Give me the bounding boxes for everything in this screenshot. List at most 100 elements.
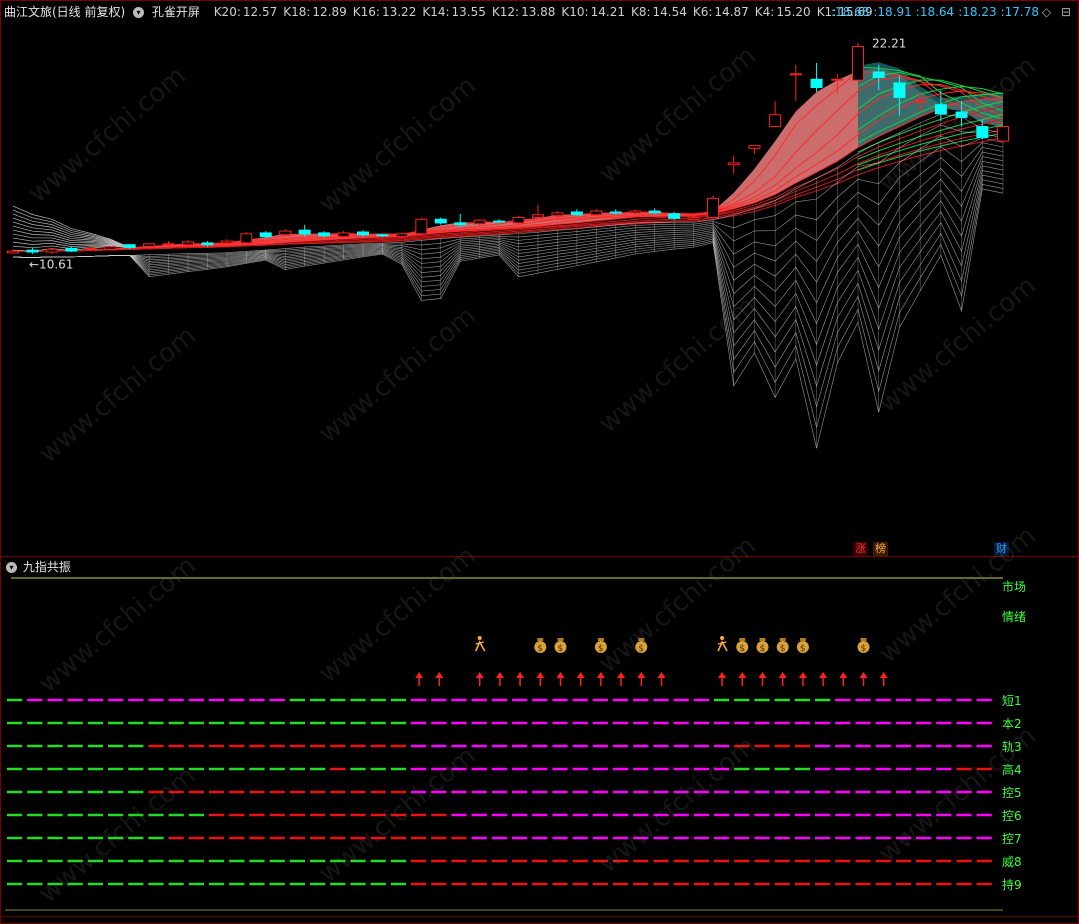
collapse-icon[interactable]: ⊟ — [1061, 5, 1071, 19]
chevron-down-icon[interactable]: ▾ — [6, 562, 17, 573]
ma-number: 12.57 — [242, 5, 278, 19]
stock-title[interactable]: 曲江文旅(日线 前复权) — [4, 5, 125, 19]
up-arrow-icon — [576, 672, 585, 686]
up-arrow-icon — [556, 672, 565, 686]
chart-header: 曲江文旅(日线 前复权) ▾ 孔雀开屏 K20: 12.57 K18: 12.89 K1… — [4, 3, 883, 21]
ma-value-k4: K4: — [754, 5, 775, 19]
up-arrow-icon — [475, 672, 484, 686]
badge-zhang[interactable]: 涨 — [853, 542, 868, 556]
main-chart[interactable]: 22.21 ←10.61 — [1, 22, 1078, 557]
candle[interactable] — [454, 213, 467, 227]
row-label-4: 高4 — [1002, 763, 1022, 777]
candle[interactable] — [532, 204, 544, 220]
money-bag-icon: $ — [736, 638, 749, 654]
right-value: :17.78 — [1000, 5, 1039, 19]
candle[interactable] — [337, 231, 350, 238]
candle[interactable] — [810, 62, 823, 92]
fan-line-lower — [12, 179, 1004, 408]
up-arrow-icon — [415, 672, 424, 686]
candle[interactable] — [789, 64, 802, 102]
fan-line-lower — [12, 183, 1004, 428]
row-label-8: 威8 — [1002, 855, 1022, 869]
fan-line-lower — [12, 170, 1004, 367]
candle[interactable] — [104, 245, 117, 251]
candle[interactable] — [769, 101, 782, 128]
candle[interactable] — [707, 195, 719, 219]
money-bag-icon: $ — [776, 638, 789, 654]
money-bag-icon: $ — [594, 638, 607, 654]
up-arrow-icon — [778, 672, 787, 686]
candle[interactable] — [590, 209, 603, 216]
candle[interactable] — [570, 209, 583, 216]
money-bag-icon: $ — [635, 638, 648, 654]
sub-chart-header: ▾ 九指共振 — [6, 559, 71, 575]
candle[interactable] — [45, 248, 58, 254]
svg-text:$: $ — [760, 644, 766, 654]
candle[interactable] — [220, 239, 233, 244]
badge-cai[interactable]: 财 — [994, 542, 1009, 556]
candle[interactable] — [648, 208, 661, 214]
ma-number: 13.88 — [521, 5, 556, 19]
money-bag-icon: $ — [796, 638, 809, 654]
svg-text:$: $ — [558, 644, 564, 654]
fan-line-lower — [12, 135, 1004, 259]
up-arrow-icon — [738, 672, 747, 686]
fan-line-lower — [12, 174, 1004, 387]
sub-chart-title[interactable]: 九指共振 — [23, 560, 71, 574]
ma-number: 15.20 — [776, 5, 811, 19]
indicator-name[interactable]: 孔雀开屏 — [152, 5, 200, 19]
candle[interactable] — [26, 247, 39, 254]
low-price-label: ←10.61 — [29, 258, 73, 272]
up-arrow-icon — [758, 672, 767, 686]
ma-value-k20: K20: — [213, 5, 241, 19]
row-label-3: 轨3 — [1002, 740, 1022, 754]
candle[interactable] — [65, 246, 78, 252]
ma-number: 13.55 — [451, 5, 486, 19]
up-arrow-icon — [657, 672, 666, 686]
up-arrow-icon — [798, 672, 807, 686]
fan-line-lower — [12, 142, 1004, 261]
chevron-down-icon[interactable]: ▾ — [133, 7, 145, 18]
up-arrow-icon — [879, 672, 888, 686]
right-value: :18.23 — [958, 5, 997, 19]
right-value: :18.68 — [830, 5, 870, 19]
svg-text:$: $ — [780, 644, 786, 654]
candle[interactable] — [997, 126, 1009, 143]
mood-label: 情绪 — [1002, 610, 1027, 624]
ma-number: 14.54 — [652, 5, 687, 19]
candle[interactable] — [415, 217, 428, 236]
right-value: :18.91 — [873, 5, 912, 19]
up-arrow-icon — [596, 672, 605, 686]
money-bag-icon: $ — [756, 638, 769, 654]
candle[interactable] — [727, 155, 740, 174]
up-arrow-icon — [495, 672, 504, 686]
up-arrow-icon — [516, 672, 525, 686]
candle[interactable] — [512, 215, 525, 225]
up-arrow-icon — [839, 672, 848, 686]
ma-value-list: K20: 12.57 K18: 12.89 K16: 13.22 K14: 13.55 K12:… — [214, 5, 879, 19]
runner-icon — [717, 636, 728, 652]
candle[interactable] — [852, 42, 864, 81]
ma-fill-area — [13, 67, 1003, 252]
money-bag-icon: $ — [554, 638, 567, 654]
ma-value-k18: K18: — [283, 5, 311, 19]
row-label-1: 短1 — [1002, 694, 1022, 708]
row-label-6: 控6 — [1002, 809, 1022, 823]
ma-value-k14: K14: — [422, 5, 450, 19]
diamond-icon[interactable]: ◇ — [1042, 5, 1051, 19]
candle[interactable] — [143, 242, 156, 248]
up-arrow-icon — [859, 672, 868, 686]
up-arrow-icon — [617, 672, 626, 686]
candle[interactable] — [493, 219, 506, 223]
candle[interactable] — [748, 145, 761, 154]
up-arrow-icon — [819, 672, 828, 686]
sub-chart[interactable]: $ $ $ $ $ $ $ $ $ — [1, 576, 1078, 916]
candle[interactable] — [240, 232, 253, 245]
bottom-bar — [1, 916, 1078, 923]
ma-value-k8: K8: — [630, 5, 651, 19]
candle[interactable] — [7, 249, 19, 254]
pane-divider[interactable] — [1, 556, 1078, 557]
up-arrow-icon — [718, 672, 727, 686]
candle[interactable] — [434, 217, 447, 225]
badge-bang[interactable]: 榜 — [873, 542, 888, 556]
